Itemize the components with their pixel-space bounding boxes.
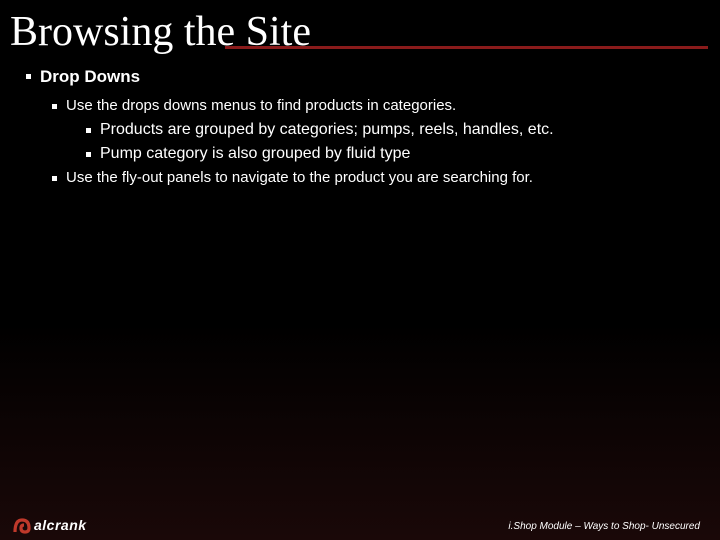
bullet-lvl3: Products are grouped by categories; pump… xyxy=(82,121,630,139)
bullet-text: Use the drops downs menus to find produc… xyxy=(66,97,456,114)
footer-text: i.Shop Module – Ways to Shop- Unsecured xyxy=(508,521,700,532)
bullet-sublist: Products are grouped by categories; pump… xyxy=(66,121,660,163)
brand-logo: alcrank xyxy=(12,516,87,534)
bullet-lvl2: Use the drops downs menus to find produc… xyxy=(48,97,660,163)
bullet-list: Drop Downs Use the drops downs menus to … xyxy=(0,67,720,187)
slide-title: Browsing the Site xyxy=(0,0,720,64)
bullet-sublist: Use the drops downs menus to find produc… xyxy=(40,97,690,187)
bullet-text: Pump category is also grouped by fluid t… xyxy=(100,145,410,162)
bullet-lvl2: Use the fly-out panels to navigate to th… xyxy=(48,169,660,187)
bullet-text: Use the fly-out panels to navigate to th… xyxy=(66,169,533,186)
brand-text: alcrank xyxy=(34,517,87,533)
bullet-lvl3: Pump category is also grouped by fluid t… xyxy=(82,145,630,163)
bullet-heading: Drop Downs xyxy=(40,67,140,86)
bullet-text: Products are grouped by categories; pump… xyxy=(100,121,554,138)
bullet-lvl1: Drop Downs Use the drops downs menus to … xyxy=(22,67,690,187)
slide: Browsing the Site Drop Downs Use the dro… xyxy=(0,0,720,540)
brand-mark-icon xyxy=(12,516,32,534)
